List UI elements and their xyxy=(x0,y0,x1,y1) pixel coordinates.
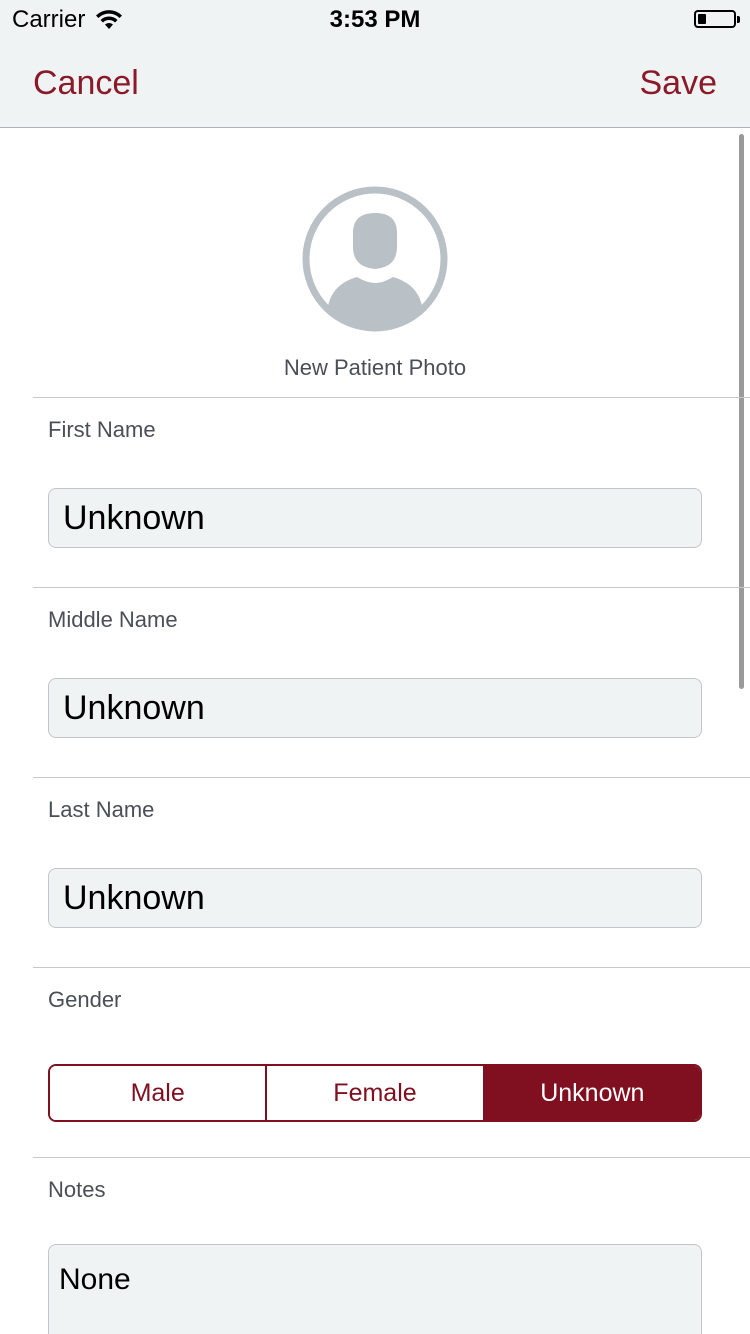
last-name-input[interactable] xyxy=(48,868,702,928)
divider xyxy=(33,587,750,588)
gender-label: Gender xyxy=(48,987,122,1012)
divider xyxy=(33,777,750,778)
first-name-input[interactable] xyxy=(48,488,702,548)
gender-option-female[interactable]: Female xyxy=(267,1066,485,1120)
gender-option-male[interactable]: Male xyxy=(50,1066,268,1120)
notes-input[interactable]: None xyxy=(48,1244,702,1334)
photo-label: New Patient Photo xyxy=(283,355,467,380)
person-avatar-icon[interactable] xyxy=(301,185,449,333)
cancel-button[interactable]: Cancel xyxy=(33,64,139,103)
battery-level xyxy=(698,14,706,24)
patient-photo-section: New Patient Photo xyxy=(0,128,750,397)
battery-icon xyxy=(694,10,740,28)
new-patient-screen: Carrier 3:53 PM Cancel Save New Patient … xyxy=(0,0,750,1334)
divider xyxy=(33,397,750,398)
status-bar: Carrier 3:53 PM xyxy=(0,0,750,40)
middle-name-input[interactable] xyxy=(48,678,702,738)
last-name-label: Last Name xyxy=(48,797,155,822)
save-button[interactable]: Save xyxy=(640,64,718,103)
notes-label: Notes xyxy=(48,1177,106,1202)
first-name-label: First Name xyxy=(48,417,156,442)
middle-name-label: Middle Name xyxy=(48,607,178,632)
gender-option-unknown[interactable]: Unknown xyxy=(484,1066,700,1120)
status-time: 3:53 PM xyxy=(329,6,421,33)
divider xyxy=(33,967,750,968)
navigation-bar: Cancel Save xyxy=(0,40,750,128)
gender-segmented-control: Male Female Unknown xyxy=(48,1064,702,1122)
divider xyxy=(33,1157,750,1158)
